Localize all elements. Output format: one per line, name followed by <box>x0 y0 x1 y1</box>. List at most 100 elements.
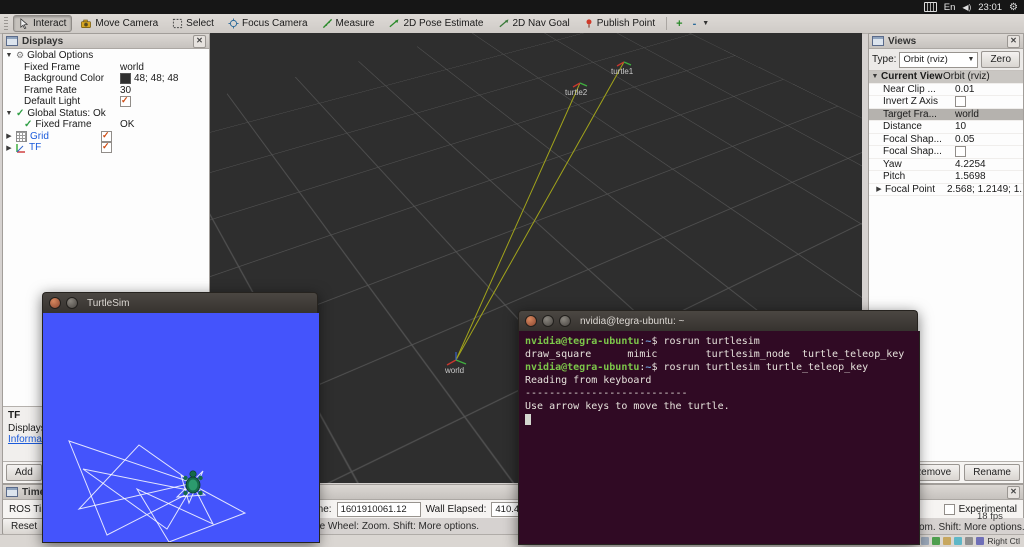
views-row-distance[interactable]: Distance 10 <box>869 121 1023 134</box>
status-ok-icon: ✓ <box>16 107 25 119</box>
tree-row-tf[interactable]: ▶ TF <box>3 142 209 154</box>
maximize-button[interactable] <box>559 315 571 327</box>
wall-time-field[interactable]: 1601910061.12 <box>336 502 421 517</box>
tf-display-icon <box>16 143 25 153</box>
color-swatch[interactable] <box>120 73 131 85</box>
views-row-invert-z[interactable]: Invert Z Axis <box>869 96 1023 109</box>
tree-row-global-status[interactable]: ▼ ✓ Global Status: Ok <box>3 108 209 120</box>
terminal-line-prompt2: nvidia@tegra-ubuntu:~$ rosrun turtlesim … <box>525 362 869 373</box>
minimize-button[interactable] <box>66 297 78 309</box>
close-button[interactable] <box>525 315 537 327</box>
views-type-row: Type: Orbit (rviz) ▼ Zero <box>869 49 1023 71</box>
terminal-title: nvidia@tegra-ubuntu: ~ <box>580 315 685 327</box>
tool-select[interactable]: Select <box>166 15 220 32</box>
views-row-near-clip[interactable]: Near Clip ... 0.01 <box>869 84 1023 96</box>
global-options-icon: ⚙ <box>16 50 25 61</box>
expand-icon[interactable]: ▶ <box>875 185 883 193</box>
add-display-button[interactable]: Add <box>6 464 42 481</box>
expand-icon[interactable]: ▼ <box>5 110 13 117</box>
expand-icon[interactable]: ▶ <box>5 144 13 152</box>
tool-publish-point[interactable]: Publish Point <box>578 15 661 32</box>
tree-row-default-light[interactable]: Default Light <box>3 96 209 108</box>
default-light-checkbox[interactable] <box>120 96 131 108</box>
vm-usb-icon[interactable] <box>943 537 952 545</box>
tf-frame-turtle2-axes <box>572 82 588 88</box>
tree-row-frame-rate[interactable]: Frame Rate 30 <box>3 85 209 97</box>
terminal-titlebar[interactable]: nvidia@tegra-ubuntu: ~ <box>518 310 918 331</box>
tool-2d-nav-goal[interactable]: 2D Nav Goal <box>492 15 576 32</box>
tool-2d-pose-estimate[interactable]: 2D Pose Estimate <box>382 15 489 32</box>
panel-dock-icon <box>6 487 18 497</box>
close-icon[interactable]: ✕ <box>1007 34 1020 48</box>
remove-tool-button[interactable]: - <box>689 15 701 32</box>
vm-cd-icon[interactable] <box>921 537 930 545</box>
rename-view-button[interactable]: Rename <box>964 464 1020 481</box>
invert-z-checkbox[interactable] <box>955 96 966 108</box>
displays-tree: ▼ ⚙ Global Options Fixed Frame world Backg… <box>3 49 209 154</box>
toolbar-drag-handle[interactable] <box>4 17 8 30</box>
vm-net-icon[interactable] <box>932 537 941 545</box>
expand-icon[interactable]: ▼ <box>871 73 879 80</box>
vm-mouse-icon[interactable] <box>976 537 985 545</box>
views-row-target-frame[interactable]: Target Fra... world <box>869 108 1023 121</box>
tool-focus-camera[interactable]: Focus Camera <box>222 15 314 32</box>
terminal-line-prompt1: nvidia@tegra-ubuntu:~$ rosrun turtlesim <box>525 336 760 347</box>
terminal-window[interactable]: nvidia@tegra-ubuntu: ~ nvidia@tegra-ubun… <box>518 310 920 545</box>
close-icon[interactable]: ✕ <box>1007 485 1020 499</box>
desktop: En ◀) 23:01 ⚙ Interact Move Camera Selec… <box>0 0 1024 547</box>
keyboard-indicator-icon[interactable] <box>923 2 937 12</box>
zero-button[interactable]: Zero <box>981 51 1020 68</box>
clock[interactable]: 23:01 <box>978 2 1002 13</box>
cursor-icon <box>20 18 29 29</box>
experimental-checkbox[interactable] <box>943 504 955 515</box>
tree-row-fixed-frame[interactable]: Fixed Frame world <box>3 62 209 74</box>
tf-enabled-checkbox[interactable] <box>101 142 112 154</box>
volume-icon[interactable]: ◀) <box>962 3 971 12</box>
views-row-current-view[interactable]: ▼ Current View Orbit (rviz) <box>869 71 1023 84</box>
tool-measure[interactable]: Measure <box>316 15 381 32</box>
tree-row-background-color[interactable]: Background Color 48; 48; 48 <box>3 73 209 85</box>
pose-arrow-icon <box>389 19 399 28</box>
focal-shape-fixed-checkbox[interactable] <box>955 146 966 158</box>
views-row-pitch[interactable]: Pitch 1.5698 <box>869 171 1023 184</box>
vm-folder-icon[interactable] <box>954 537 963 545</box>
views-row-yaw[interactable]: Yaw 4.2254 <box>869 159 1023 171</box>
view-type-select[interactable]: Orbit (rviz) ▼ <box>899 51 979 68</box>
grid-display-icon <box>16 130 27 142</box>
terminal-cursor <box>525 413 531 425</box>
expand-icon[interactable]: ▶ <box>5 132 13 140</box>
tf-frame-world-axes <box>446 352 467 366</box>
minimize-button[interactable] <box>542 315 554 327</box>
close-icon[interactable]: ✕ <box>193 34 206 48</box>
grid-enabled-checkbox[interactable] <box>101 130 112 142</box>
terminal-body[interactable]: nvidia@tegra-ubuntu:~$ rosrun turtlesim … <box>518 331 920 545</box>
tree-row-status-fixed-frame[interactable]: ✓ Fixed Frame OK <box>3 119 209 131</box>
views-row-focal-point[interactable]: ▶ Focal Point 2.568; 1.2149; 1... <box>869 184 1023 196</box>
tree-row-global-options[interactable]: ▼ ⚙ Global Options <box>3 50 209 62</box>
tree-row-grid[interactable]: ▶ Grid <box>3 130 209 143</box>
views-panel-header[interactable]: Views ✕ <box>869 34 1023 49</box>
panel-dock-icon <box>6 36 18 46</box>
goal-arrow-icon <box>498 19 508 28</box>
expand-icon[interactable]: ▼ <box>5 52 13 59</box>
reset-button[interactable]: Reset <box>2 518 47 535</box>
views-row-focal-shape-size[interactable]: Focal Shap... 0.05 <box>869 134 1023 146</box>
displays-panel-header[interactable]: Displays ✕ <box>3 34 209 49</box>
tf-label-turtle2: turtle2 <box>565 88 588 97</box>
turtlesim-canvas[interactable] <box>42 313 320 543</box>
tool-interact[interactable]: Interact <box>13 15 73 32</box>
views-row-focal-shape-fixed[interactable]: Focal Shap... <box>869 146 1023 159</box>
host-key-label: Right Ctl <box>987 536 1020 546</box>
add-tool-button[interactable]: + <box>672 15 686 32</box>
session-menu-icon[interactable]: ⚙ <box>1009 2 1018 13</box>
terminal-line-completion: draw_square mimic turtlesim_node turtle_… <box>525 349 905 360</box>
keyboard-layout-label[interactable]: En <box>944 2 956 13</box>
close-button[interactable] <box>49 297 61 309</box>
ruler-icon <box>322 18 332 29</box>
turtlesim-window[interactable]: TurtleSim <box>42 292 320 543</box>
vm-display-icon[interactable] <box>965 537 974 545</box>
fps-counter: 18 fps <box>977 511 1003 522</box>
tool-move-camera[interactable]: Move Camera <box>74 15 164 32</box>
toolbar-overflow-caret[interactable]: ▼ <box>702 20 709 27</box>
turtlesim-titlebar[interactable]: TurtleSim <box>42 292 318 313</box>
